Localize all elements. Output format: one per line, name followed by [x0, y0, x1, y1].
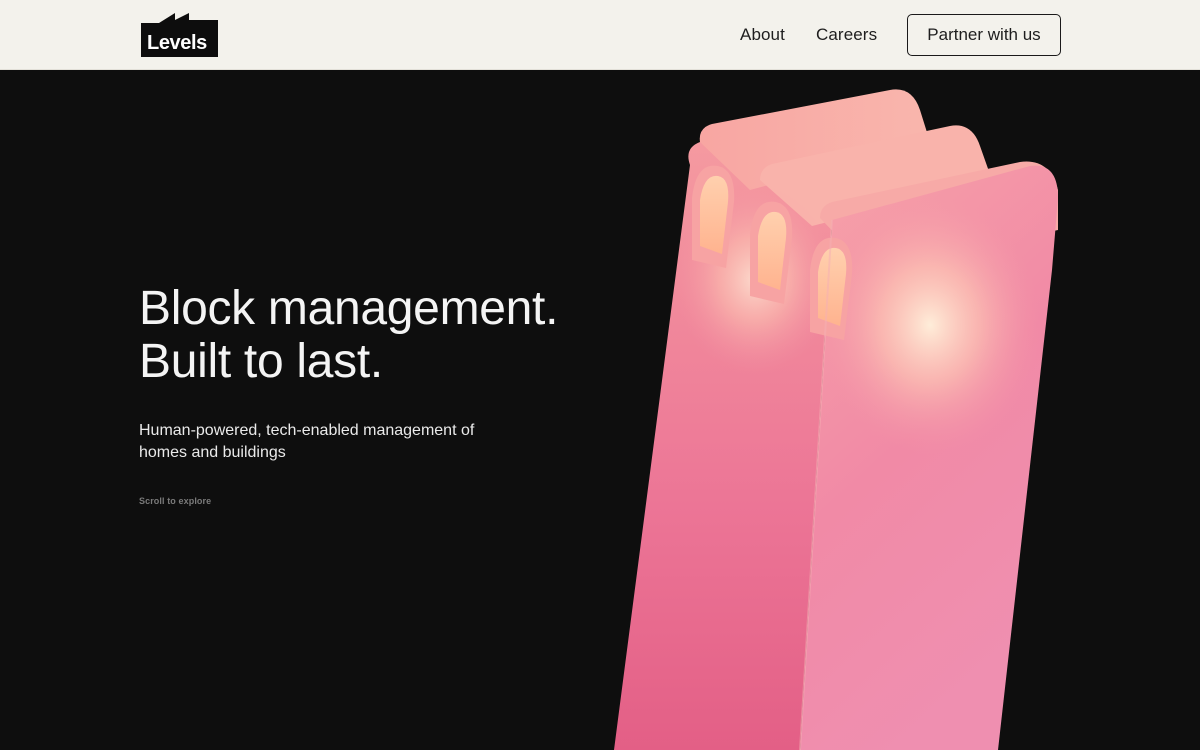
levels-logo[interactable]: Levels [141, 13, 218, 57]
hero-illustration [600, 70, 1080, 750]
hero-headline-line-1: Block management. [139, 282, 559, 335]
hero-headline: Block management. Built to last. [139, 282, 558, 388]
top-navbar: Levels About Careers Partner with us [0, 0, 1200, 70]
hero-section: Block management. Built to last. Human-p… [0, 70, 1200, 750]
partner-with-us-button[interactable]: Partner with us [907, 14, 1061, 56]
pink-3d-building-icon [614, 89, 1058, 750]
hero-subtext: Human-powered, tech-enabled management o… [139, 422, 475, 461]
hero-headline-line-2: Built to last. [139, 335, 383, 388]
scroll-hint[interactable]: Scroll to explore [139, 495, 211, 507]
svg-text:Levels: Levels [147, 32, 207, 54]
nav-link-about[interactable]: About [740, 24, 785, 46]
levels-logo-icon: Levels [141, 13, 218, 57]
nav-link-careers[interactable]: Careers [816, 24, 877, 46]
